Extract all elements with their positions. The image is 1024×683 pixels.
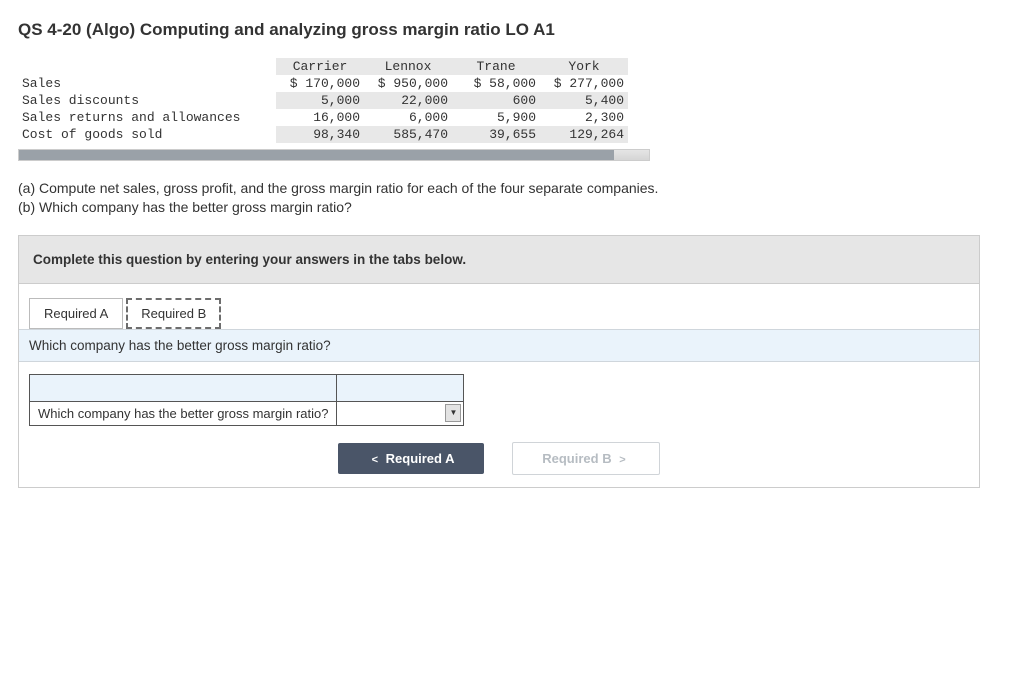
data-table: Carrier Lennox Trane York Sales $ 170,00…: [18, 58, 628, 143]
chevron-right-icon: >: [619, 454, 625, 466]
header-cell-answer: [337, 374, 464, 401]
col-trane: Trane: [452, 58, 540, 75]
table-row: Sales returns and allowances 16,000 6,00…: [18, 109, 628, 126]
prev-required-a-button[interactable]: < Required A: [338, 443, 484, 474]
horizontal-scrollbar[interactable]: [18, 149, 650, 161]
sub-question: Which company has the better gross margi…: [19, 329, 979, 362]
answer-panel: Complete this question by entering your …: [18, 235, 980, 488]
input-row-label: Which company has the better gross margi…: [30, 401, 337, 425]
next-required-b-button[interactable]: Required B >: [512, 442, 660, 475]
chevron-down-icon: ▼: [445, 404, 461, 422]
table-row: Sales $ 170,000 $ 950,000 $ 58,000 $ 277…: [18, 75, 628, 92]
table-row: Sales discounts 5,000 22,000 600 5,400: [18, 92, 628, 109]
col-lennox: Lennox: [364, 58, 452, 75]
answer-input-table: Which company has the better gross margi…: [29, 374, 464, 426]
table-row: Cost of goods sold 98,340 585,470 39,655…: [18, 126, 628, 143]
col-carrier: Carrier: [276, 58, 364, 75]
header-cell-label: [30, 374, 337, 401]
tab-required-b[interactable]: Required B: [126, 298, 221, 329]
chevron-left-icon: <: [372, 454, 378, 466]
col-york: York: [540, 58, 628, 75]
instruction-bar: Complete this question by entering your …: [19, 236, 979, 284]
page-title: QS 4-20 (Algo) Computing and analyzing g…: [18, 20, 1006, 40]
company-dropdown[interactable]: ▼: [337, 401, 464, 425]
tab-required-a[interactable]: Required A: [29, 298, 123, 329]
question-text: (a) Compute net sales, gross profit, and…: [18, 179, 1006, 217]
